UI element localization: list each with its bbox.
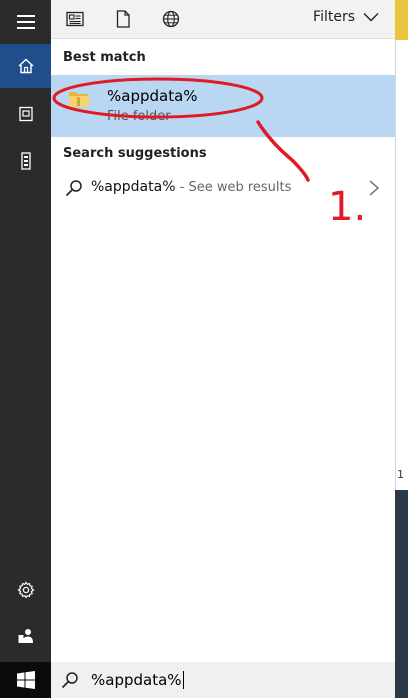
best-match-title: %appdata% xyxy=(107,87,198,105)
search-bar[interactable]: %appdata% xyxy=(51,662,395,698)
hamburger-menu-button[interactable] xyxy=(0,0,51,44)
search-icon xyxy=(61,672,78,689)
news-icon[interactable] xyxy=(65,9,85,29)
suggestion-query: %appdata% xyxy=(91,179,176,195)
desktop-text-fragment: 1 xyxy=(397,468,404,481)
desktop-wallpaper-fragment xyxy=(395,490,408,698)
hamburger-menu-icon xyxy=(16,15,35,29)
web-suggestion-item[interactable]: %appdata% - See web results xyxy=(51,170,395,206)
document-icon[interactable] xyxy=(113,9,133,29)
home-icon xyxy=(18,58,33,74)
web-globe-icon[interactable] xyxy=(161,9,181,29)
home-button[interactable] xyxy=(0,44,51,88)
windows-start-button[interactable] xyxy=(0,662,51,698)
user-icon xyxy=(18,629,33,643)
settings-button[interactable] xyxy=(0,568,51,612)
desktop-window-fragment xyxy=(395,40,408,490)
best-match-subtitle: File folder xyxy=(107,109,171,124)
chevron-right-icon[interactable] xyxy=(368,179,380,197)
search-suggestions-heading: Search suggestions xyxy=(63,146,207,161)
device-button[interactable] xyxy=(0,139,51,183)
search-results-panel: Filters Best match %appdata% File folder… xyxy=(51,0,395,662)
best-match-result[interactable]: %appdata% File folder xyxy=(51,75,395,137)
suggestion-hint: - See web results xyxy=(175,180,292,195)
user-button[interactable] xyxy=(0,614,51,658)
search-icon xyxy=(65,180,82,197)
desktop-folder-fragment xyxy=(395,0,408,40)
best-match-heading: Best match xyxy=(63,50,146,65)
windows-start-icon xyxy=(16,671,35,689)
settings-icon xyxy=(17,581,34,599)
desktop-background-strip: 1 xyxy=(395,0,408,698)
folder-icon xyxy=(69,92,89,107)
chevron-down-icon xyxy=(363,13,379,22)
left-rail xyxy=(0,0,51,698)
top-toolbar: Filters xyxy=(51,0,395,39)
search-input[interactable]: %appdata% xyxy=(91,671,184,689)
documents-button[interactable] xyxy=(0,92,51,136)
device-icon xyxy=(20,152,31,170)
filters-label: Filters xyxy=(313,9,355,25)
documents-icon xyxy=(18,106,33,122)
filters-button[interactable]: Filters xyxy=(313,9,379,25)
suggestion-text: %appdata% - See web results xyxy=(91,179,291,195)
